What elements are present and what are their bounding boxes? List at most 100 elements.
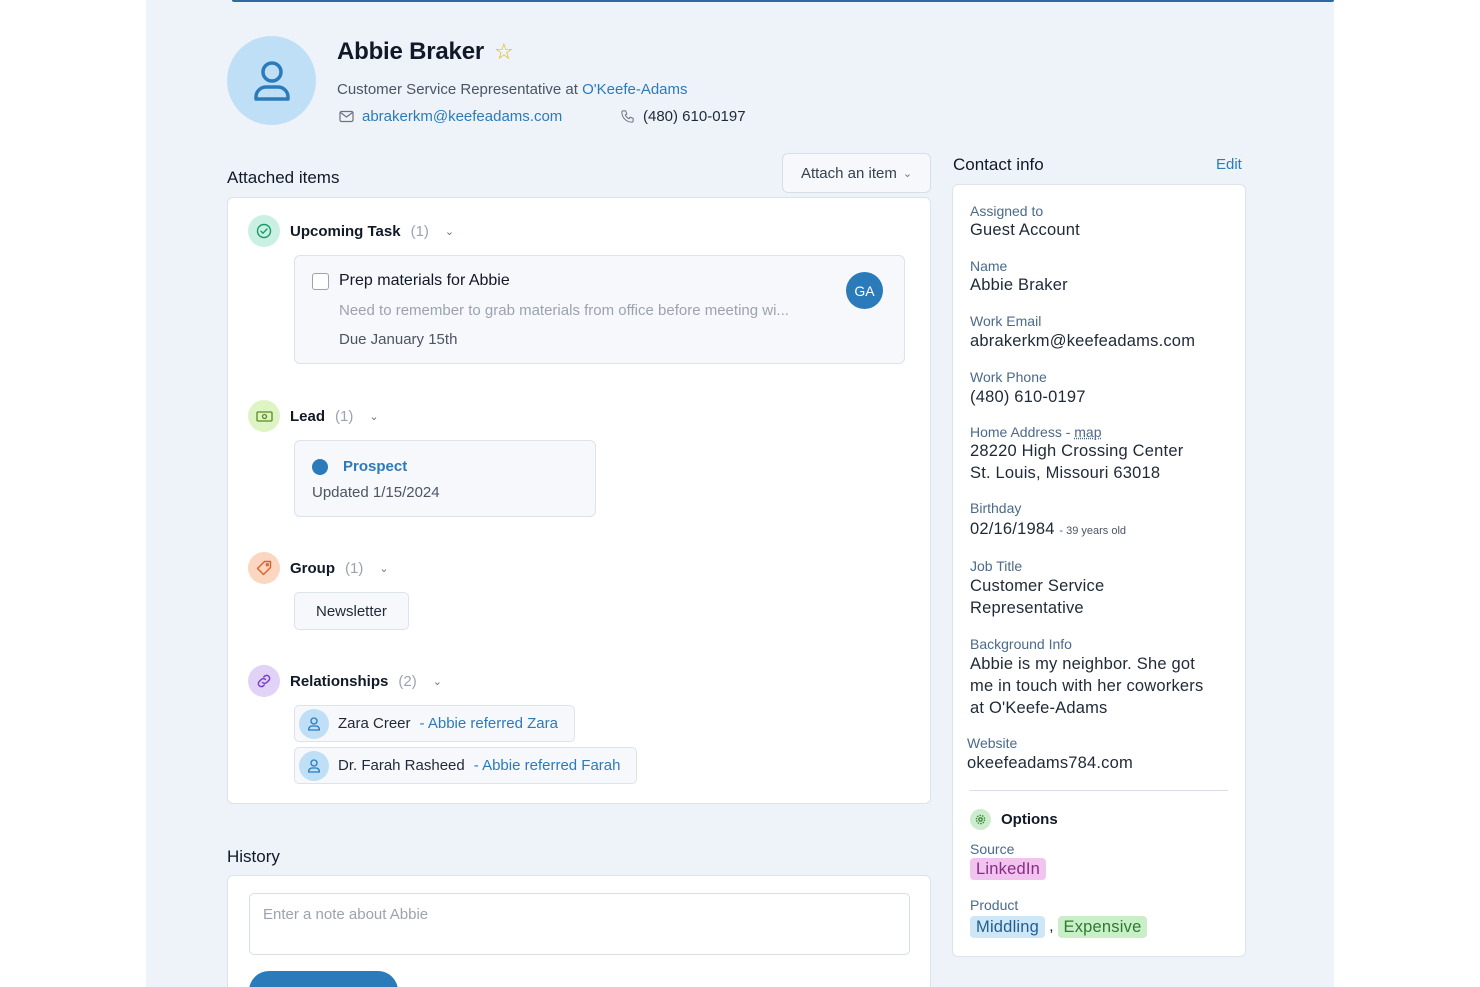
lead-status-dot [312,459,328,475]
group-group-header[interactable]: Group (1) ⌄ [248,552,389,584]
relationships-group-header[interactable]: Relationships (2) ⌄ [248,665,442,697]
check-circle-icon [248,215,280,247]
relationships-group-count: (2) [398,672,417,690]
job-title-line1: Customer Service [970,577,1105,595]
attached-items-card: Upcoming Task (1) ⌄ Prep materials for A… [227,197,931,804]
source-label: Source [970,841,1015,857]
save-note-button[interactable] [249,971,398,987]
work-email-label: Work Email [970,313,1042,329]
background-info-label: Background Info [970,636,1072,652]
favorite-star-icon[interactable]: ☆ [494,41,514,63]
options-title: Options [1001,811,1058,828]
relationship-chip[interactable]: Zara Creer - Abbie referred Zara [294,705,575,742]
contact-subtitle: Customer Service Representative at O'Kee… [337,81,688,98]
task-due-date: Due January 15th [339,331,458,348]
person-icon [253,60,290,101]
assignee-avatar[interactable]: GA [846,272,883,309]
relationship-note: - Abbie referred Zara [419,715,558,732]
chevron-down-icon: ⌄ [432,675,442,688]
work-email-value[interactable]: abrakerkm@keefeadams.com [970,330,1195,352]
birthday-age: - 39 years old [1059,525,1127,537]
link-icon [248,665,280,697]
background-line2: me in touch with her coworkers [970,677,1204,695]
product-value-row: Middling , Expensive [970,916,1148,938]
group-chip[interactable]: Newsletter [294,592,409,630]
email-link[interactable]: abrakerkm@keefeadams.com [339,108,562,125]
task-title: Prep materials for Abbie [339,272,510,289]
assigned-to-label: Assigned to [970,203,1044,219]
chevron-down-icon: ⌄ [379,562,389,575]
name-label: Name [970,258,1008,274]
product-tag: Expensive [1057,916,1148,938]
home-address-label-text: Home Address - [970,424,1071,440]
home-address-label: Home Address - map [970,424,1102,440]
divider [970,790,1228,791]
email-text: abrakerkm@keefeadams.com [362,108,563,125]
chevron-down-icon: ⌄ [369,410,379,423]
job-title-line2: Representative [970,599,1084,617]
relationship-note: - Abbie referred Farah [473,757,621,774]
birthday-value-row: 02/16/1984 - 39 years old [970,518,1126,542]
contact-page: Abbie Braker ☆ Customer Service Represen… [146,0,1334,987]
money-icon [248,400,280,432]
edit-contact-button[interactable]: Edit [1216,156,1242,173]
relationships-group-label: Relationships [290,672,389,690]
lead-item[interactable]: Prospect Updated 1/15/2024 [294,440,596,517]
note-input[interactable] [249,893,910,955]
lead-status: Prospect [343,458,408,475]
top-accent-line [232,0,1334,2]
task-group-count: (1) [410,222,429,240]
group-group-count: (1) [345,559,364,577]
relationship-chip[interactable]: Dr. Farah Rasheed - Abbie referred Farah [294,747,638,784]
chevron-down-icon: ⌄ [444,225,455,238]
job-title-text: Customer Service Representative at [337,81,578,98]
background-line1: Abbie is my neighbor. She got [970,655,1196,673]
history-title: History [227,847,280,866]
contact-name: Abbie Braker [337,38,484,65]
map-link[interactable]: map [1074,424,1101,440]
attach-item-button[interactable]: Attach an item ⌄ [782,153,931,193]
task-item[interactable]: Prep materials for Abbie Need to remembe… [294,255,905,364]
home-address-line2: St. Louis, Missouri 63018 [970,464,1161,482]
product-separator: , [1049,918,1054,935]
source-tag: LinkedIn [970,858,1046,880]
phone-link[interactable]: (480) 610-0197 [620,108,746,125]
group-group-label: Group [290,559,335,577]
lead-updated: Updated 1/15/2024 [312,484,440,501]
website-value[interactable]: okeefeadams784.com [967,752,1133,774]
company-link[interactable]: O'Keefe-Adams [582,81,687,98]
mail-icon [339,110,354,123]
name-value: Abbie Braker [970,276,1068,294]
contact-info-title: Contact info [953,155,1044,174]
source-value-row: LinkedIn [970,858,1046,880]
person-icon [299,750,329,781]
job-title-label: Job Title [970,558,1023,574]
lead-group-count: (1) [335,407,354,425]
work-phone-label: Work Phone [970,369,1047,385]
history-card [227,875,931,987]
lead-group-header[interactable]: Lead (1) ⌄ [248,400,379,432]
person-icon [299,708,329,739]
gear-icon [970,809,991,830]
product-tag: Middling [970,916,1046,938]
product-label: Product [970,897,1019,913]
relationship-name: Dr. Farah Rasheed [338,757,465,774]
birthday-value: 02/16/1984 [970,520,1055,538]
home-address-line1: 28220 High Crossing Center [970,442,1184,460]
website-label: Website [967,735,1018,751]
relationship-name: Zara Creer [338,715,411,732]
task-group-label: Upcoming Task [290,222,401,240]
background-line3: at O'Keefe-Adams [970,699,1108,717]
phone-text: (480) 610-0197 [643,108,746,125]
chevron-down-icon: ⌄ [902,167,913,180]
task-checkbox[interactable] [312,273,329,290]
contact-avatar [227,36,316,125]
assigned-to-value: Guest Account [970,221,1080,239]
group-name: Newsletter [316,602,387,620]
attached-items-title: Attached items [227,168,340,187]
lead-group-label: Lead [290,407,326,425]
work-phone-value[interactable]: (480) 610-0197 [970,386,1086,408]
task-description: Need to remember to grab materials from … [339,302,789,319]
phone-icon [621,110,634,123]
task-group-header[interactable]: Upcoming Task (1) ⌄ [248,215,454,247]
